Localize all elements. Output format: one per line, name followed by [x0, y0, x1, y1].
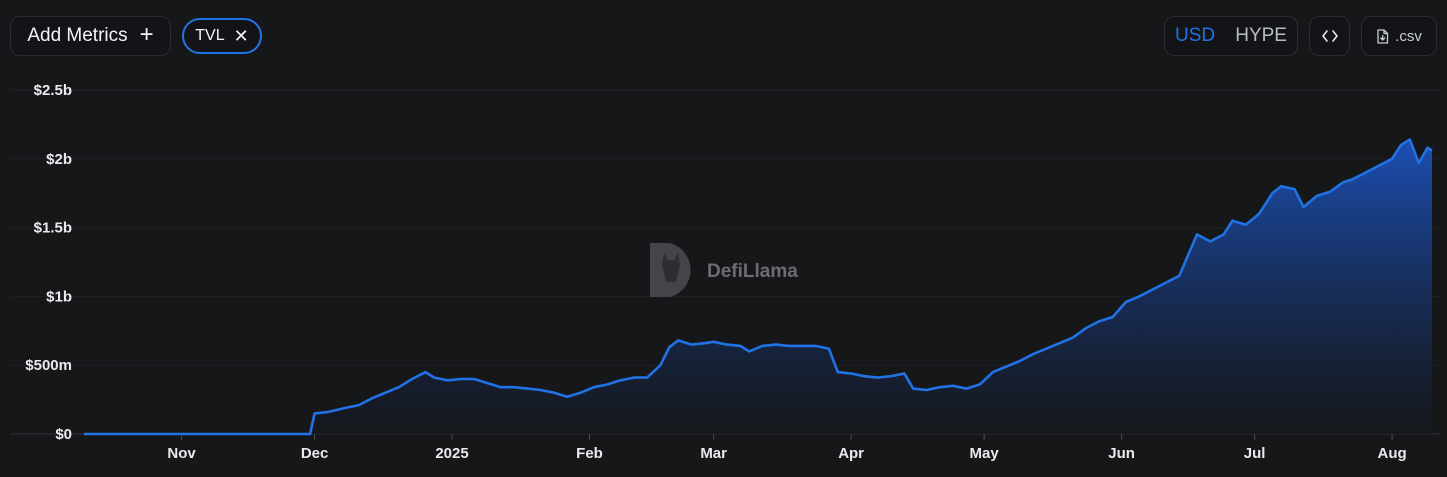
- plus-icon: +: [139, 21, 154, 48]
- y-tick-label: $1.5b: [34, 220, 72, 237]
- close-icon[interactable]: ✕: [234, 27, 249, 45]
- watermark-text: DefiLlama: [707, 261, 798, 282]
- currency-toggle: USD HYPE: [1164, 16, 1298, 56]
- x-tick-label: Mar: [700, 445, 727, 462]
- x-axis: Nov Dec 2025 Feb Mar Apr May Jun Jul Aug: [167, 434, 1407, 462]
- y-tick-label: $0: [55, 426, 72, 443]
- y-tick-label: $2b: [46, 151, 72, 168]
- tvl-chart: DefiLlama $0 $500m $1b $1.5b $2b $2.5b Nov Dec…: [0, 70, 1447, 472]
- x-tick-label: Jul: [1244, 445, 1266, 462]
- y-axis: $0 $500m $1b $1.5b $2b $2.5b: [25, 82, 72, 443]
- defillama-logo: [650, 243, 691, 297]
- y-tick-label: $500m: [25, 357, 72, 374]
- metric-chip-label: TVL: [195, 27, 225, 44]
- metric-chip-tvl[interactable]: TVL ✕: [182, 18, 262, 54]
- file-download-icon: [1377, 28, 1389, 44]
- embed-button[interactable]: [1309, 16, 1350, 56]
- y-tick-label: $2.5b: [34, 82, 72, 99]
- x-tick-label: Apr: [838, 445, 864, 462]
- csv-label: .csv: [1395, 27, 1422, 45]
- x-tick-label: Feb: [576, 445, 603, 462]
- x-tick-label: May: [970, 445, 1000, 462]
- chart-toolbar: Add Metrics + TVL ✕ USD HYPE .csv: [0, 0, 1447, 70]
- x-tick-label: 2025: [435, 445, 468, 462]
- y-tick-label: $1b: [46, 288, 72, 305]
- x-tick-label: Jun: [1108, 445, 1135, 462]
- add-metrics-button[interactable]: Add Metrics +: [10, 16, 171, 56]
- x-tick-label: Dec: [301, 445, 329, 462]
- currency-option-usd[interactable]: USD: [1175, 25, 1215, 47]
- watermark: DefiLlama: [650, 243, 798, 297]
- chart-svg: DefiLlama $0 $500m $1b $1.5b $2b $2.5b Nov Dec…: [10, 82, 1440, 462]
- currency-option-hype[interactable]: HYPE: [1235, 25, 1287, 47]
- x-tick-label: Nov: [167, 445, 196, 462]
- download-csv-button[interactable]: .csv: [1361, 16, 1437, 56]
- x-tick-label: Aug: [1378, 445, 1407, 462]
- code-icon: [1321, 30, 1338, 42]
- tvl-area: [84, 139, 1432, 434]
- add-metrics-label: Add Metrics: [27, 25, 128, 46]
